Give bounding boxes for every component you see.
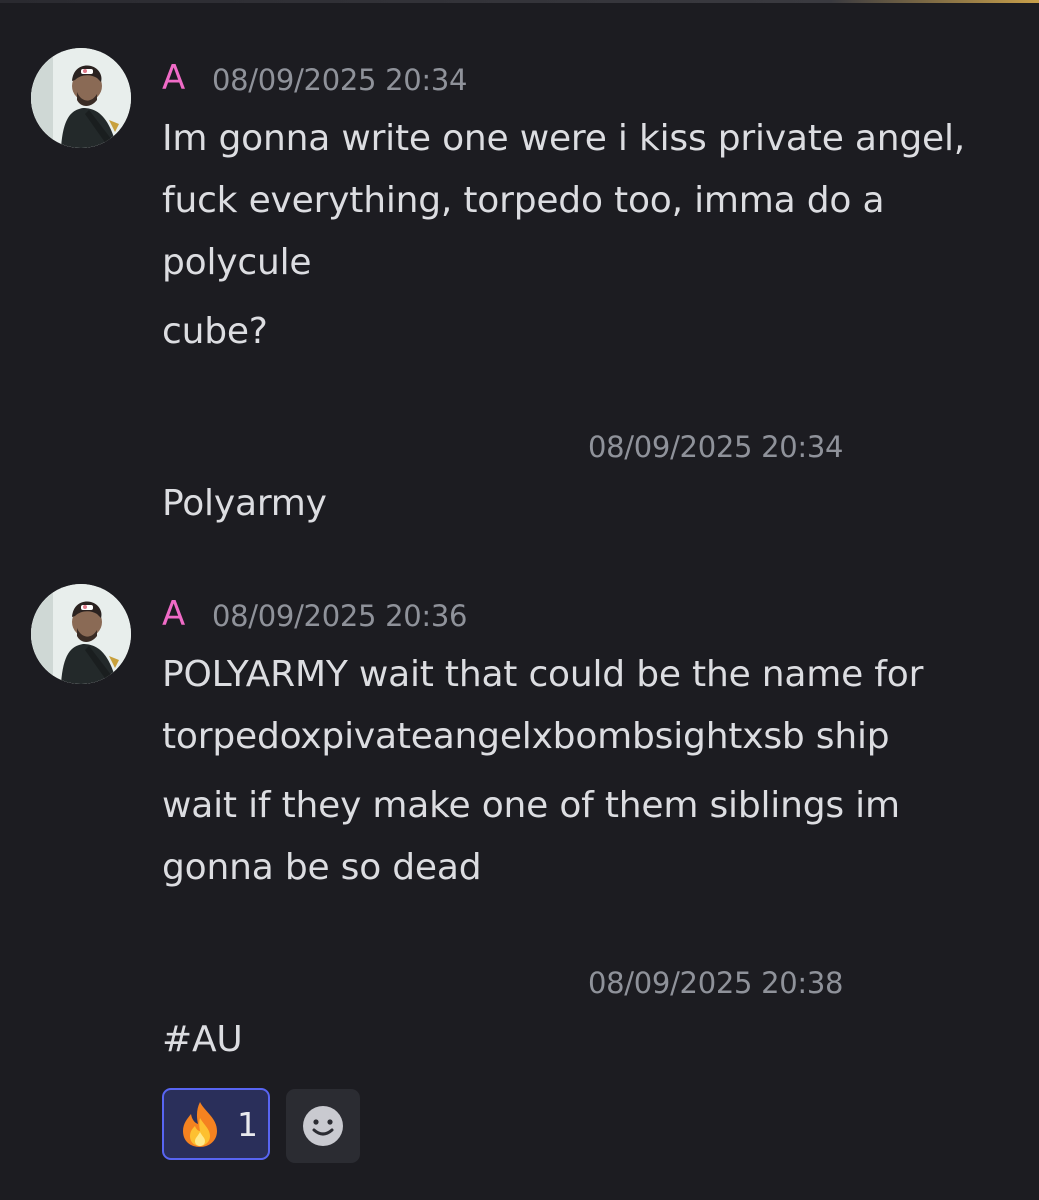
message-text: #AU [162,1019,243,1060]
message-line: torpedoxpivateangelxbombsightxsb ship [162,716,890,757]
message-text: Polyarmy [162,483,327,524]
message-text: wait if they make one of them siblings i… [162,775,900,899]
add-reaction-button[interactable] [286,1089,360,1163]
message-timestamp: 08/09/2025 20:34 [212,63,468,97]
reaction-count: 1 [237,1104,258,1144]
message-author[interactable]: A [162,594,185,634]
fire-icon [183,1102,217,1147]
message-timestamp: 08/09/2025 20:38 [588,966,844,1000]
message-line: Im gonna write one were i kiss private a… [162,118,966,159]
smiley-add-reaction-icon [303,1106,343,1146]
avatar[interactable] [31,48,131,148]
window-top-edge [0,0,1039,3]
reaction-fire[interactable]: 1 [162,1088,270,1160]
avatar[interactable] [31,584,131,684]
message-timestamp: 08/09/2025 20:34 [588,430,844,464]
message-line: gonna be so dead [162,847,482,888]
message-line: fuck everything, torpedo too, imma do a [162,180,885,221]
message-line: POLYARMY wait that could be the name for [162,654,924,695]
message-line: polycule [162,242,312,283]
message-author[interactable]: A [162,58,185,98]
message-text: POLYARMY wait that could be the name for… [162,644,923,768]
message-text: Im gonna write one were i kiss private a… [162,108,965,294]
message-timestamp: 08/09/2025 20:36 [212,599,468,633]
message-line: wait if they make one of them siblings i… [162,785,900,826]
message-text: cube? [162,311,268,352]
